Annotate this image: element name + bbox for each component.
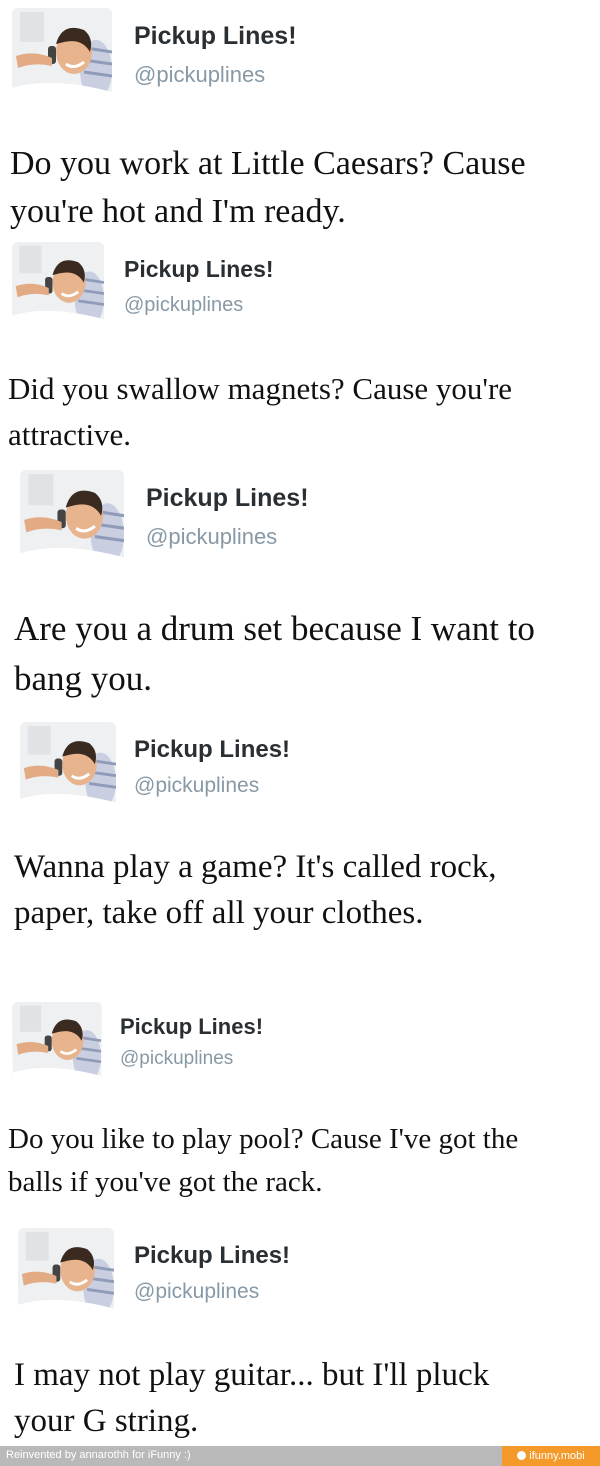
- avatar[interactable]: [12, 8, 112, 108]
- avatar[interactable]: [12, 1002, 102, 1090]
- tweet: Pickup Lines! @pickuplines Do you like t…: [0, 998, 600, 1224]
- man-on-phone-avatar-icon: [18, 1228, 114, 1324]
- tweet-author-handle[interactable]: @pickuplines: [120, 1048, 233, 1070]
- tweet-author-name[interactable]: Pickup Lines!: [134, 1242, 290, 1270]
- watermark-bar: Reinvented by annarothh for iFunny :) if…: [0, 1446, 600, 1466]
- tweet: Pickup Lines! @pickuplines Wanna play a …: [0, 716, 600, 998]
- avatar[interactable]: [18, 1228, 114, 1324]
- tweet-author-handle[interactable]: @pickuplines: [134, 62, 265, 88]
- man-on-phone-avatar-icon: [12, 8, 112, 108]
- tweet-text: I may not play guitar... but I'll pluck …: [14, 1357, 490, 1439]
- ifunny-logo-icon: [517, 1451, 527, 1460]
- avatar[interactable]: [20, 722, 116, 818]
- avatar[interactable]: [12, 242, 104, 334]
- avatar[interactable]: [20, 470, 124, 574]
- tweet-author-name[interactable]: Pickup Lines!: [146, 484, 309, 513]
- credit-text: Reinvented by annarothh for iFunny :): [6, 1449, 191, 1461]
- tweet-text: Are you a drum set because I want to ban…: [14, 609, 535, 698]
- tweet-text: Did you swallow magnets? Cause you're at…: [8, 371, 513, 452]
- site-badge[interactable]: ifunny.mobi: [502, 1446, 600, 1466]
- tweet-text: Do you work at Little Caesars? Cause you…: [10, 145, 526, 230]
- tweet: Pickup Lines! @pickuplines Are you a dru…: [0, 466, 600, 716]
- tweet: Pickup Lines! @pickuplines Do you work a…: [0, 0, 600, 232]
- tweet-author-handle[interactable]: @pickuplines: [134, 774, 259, 798]
- tweet-author-name[interactable]: Pickup Lines!: [124, 256, 274, 283]
- tweet-text: Do you like to play pool? Cause I've got…: [8, 1123, 519, 1198]
- man-on-phone-avatar-icon: [13, 1002, 102, 1090]
- tweet: Pickup Lines! @pickuplines I may not pla…: [0, 1224, 600, 1446]
- tweet: Pickup Lines! @pickuplines Did you swall…: [0, 232, 600, 466]
- tweet-text: Wanna play a game? It's called rock, pap…: [14, 849, 497, 931]
- tweet-author-name[interactable]: Pickup Lines!: [134, 22, 297, 51]
- man-on-phone-avatar-icon: [12, 242, 104, 334]
- man-on-phone-avatar-icon: [20, 722, 116, 818]
- site-label: ifunny.mobi: [529, 1450, 585, 1462]
- tweet-author-handle[interactable]: @pickuplines: [134, 1280, 259, 1304]
- tweet-author-name[interactable]: Pickup Lines!: [120, 1014, 263, 1040]
- tweet-author-name[interactable]: Pickup Lines!: [134, 736, 290, 764]
- tweet-author-handle[interactable]: @pickuplines: [146, 524, 277, 550]
- man-on-phone-avatar-icon: [20, 470, 124, 574]
- tweet-author-handle[interactable]: @pickuplines: [124, 294, 243, 317]
